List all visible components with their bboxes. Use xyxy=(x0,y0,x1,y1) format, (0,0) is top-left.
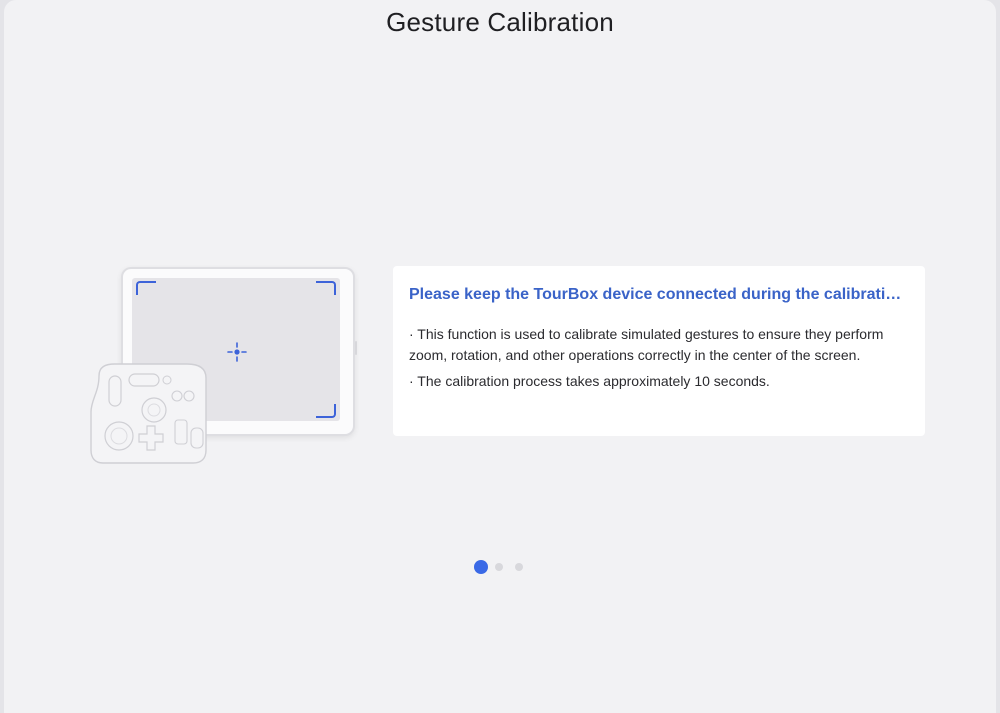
pagination-dots xyxy=(474,560,534,574)
info-item-purpose: · This function is used to calibrate sim… xyxy=(409,326,884,363)
info-heading: Please keep the TourBox device connected… xyxy=(409,286,909,303)
page-dot-2[interactable] xyxy=(495,563,503,571)
crosshair-icon xyxy=(227,342,247,362)
info-card: Please keep the TourBox device connected… xyxy=(393,266,925,436)
tourbox-controller-icon xyxy=(90,363,207,464)
info-item-duration: · The calibration process takes approxim… xyxy=(409,373,770,389)
calibration-window: Gesture Calibration Please keep the Tour… xyxy=(4,0,996,713)
corner-bottom-right xyxy=(316,404,336,418)
corner-top-left xyxy=(136,281,156,295)
page-dot-3[interactable] xyxy=(515,563,523,571)
calibration-illustration xyxy=(84,262,364,472)
page-title: Gesture Calibration xyxy=(386,7,614,37)
corner-top-right xyxy=(316,281,336,295)
page-dot-1[interactable] xyxy=(474,560,488,574)
tablet-button xyxy=(355,341,357,355)
